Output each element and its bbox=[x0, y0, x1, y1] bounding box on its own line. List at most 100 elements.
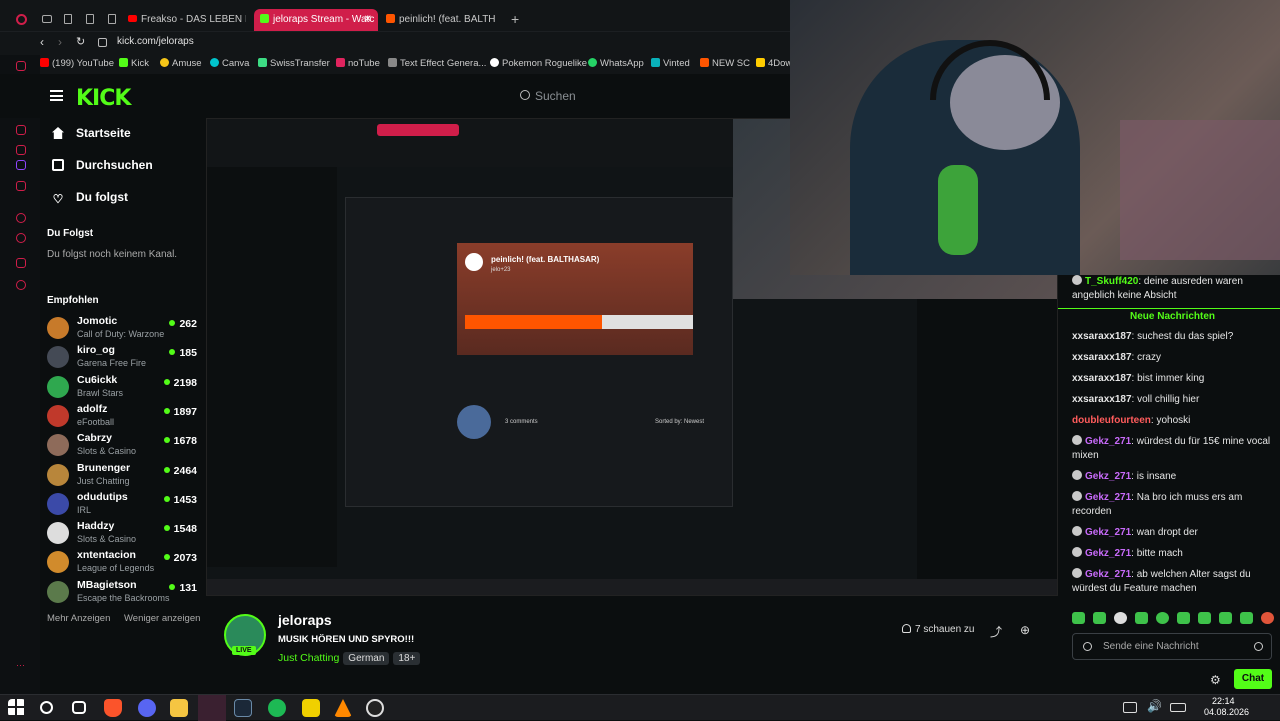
chat-username[interactable]: Gekz_271 bbox=[1085, 548, 1131, 559]
search-icon[interactable] bbox=[40, 701, 53, 714]
recommended-channel[interactable]: MBagietson Escape the Backrooms 131 bbox=[45, 578, 200, 608]
tag-18plus[interactable]: 18+ bbox=[393, 652, 421, 665]
page-icon[interactable] bbox=[108, 14, 116, 24]
category-link[interactable]: Just Chatting bbox=[278, 652, 339, 664]
recommended-channel[interactable]: kiro_og Garena Free Fire 185 bbox=[45, 343, 200, 373]
tab-actions-icon[interactable] bbox=[42, 15, 52, 23]
new-tab-icon[interactable]: + bbox=[511, 11, 519, 27]
bookmark-pokemon[interactable]: Pokemon Roguelike bbox=[490, 58, 587, 69]
volume-icon[interactable]: 🔊 bbox=[1147, 699, 1162, 713]
taskbar-date[interactable]: 04.08.2026 bbox=[1204, 707, 1249, 717]
steam-icon[interactable] bbox=[234, 699, 252, 717]
chat-send-button[interactable]: Chat bbox=[1234, 669, 1272, 689]
follow-user-icon[interactable]: ⊕ bbox=[1020, 623, 1030, 637]
bookmark-4dow[interactable]: 4Dow bbox=[756, 58, 792, 69]
folder-icon[interactable] bbox=[170, 699, 188, 717]
settings-icon[interactable] bbox=[16, 125, 26, 135]
chat-username[interactable]: Gekz_271 bbox=[1085, 471, 1131, 482]
nav-du-folgst[interactable]: ♡ Du folgst bbox=[52, 190, 128, 206]
bookmark-kick[interactable]: Kick bbox=[119, 58, 149, 69]
recommended-channel[interactable]: Haddzy Slots & Casino 1548 bbox=[45, 519, 200, 549]
recommended-channel[interactable]: Cu6ickk Brawl Stars 2198 bbox=[45, 373, 200, 403]
spotify-icon[interactable] bbox=[268, 699, 286, 717]
nav-startseite[interactable]: Startseite bbox=[52, 126, 131, 140]
chat-input[interactable]: Sende eine Nachricht bbox=[1072, 633, 1272, 660]
emote-icon[interactable] bbox=[1156, 612, 1169, 624]
emoji-icon[interactable] bbox=[1254, 642, 1263, 651]
page-icon[interactable] bbox=[64, 14, 72, 24]
opera-icon[interactable] bbox=[198, 695, 226, 721]
gear-icon[interactable] bbox=[16, 280, 26, 290]
recommended-channel[interactable]: Brunenger Just Chatting 2464 bbox=[45, 461, 200, 491]
emote-icon[interactable] bbox=[1219, 612, 1232, 624]
cube-icon[interactable] bbox=[16, 258, 26, 268]
emote-icon[interactable] bbox=[1261, 612, 1274, 624]
twitch-icon[interactable] bbox=[16, 160, 26, 170]
emote-icon[interactable] bbox=[1114, 612, 1127, 624]
recommended-channel[interactable]: adolfz eFootball 1897 bbox=[45, 402, 200, 432]
menu-icon[interactable] bbox=[50, 90, 63, 101]
bookmark-youtube[interactable]: (199) YouTube bbox=[40, 58, 114, 69]
task-view-icon[interactable] bbox=[72, 701, 86, 714]
app-icon[interactable] bbox=[302, 699, 320, 717]
bookmark-amuse[interactable]: Amuse bbox=[160, 58, 202, 69]
chat-username[interactable]: xxsaraxx187 bbox=[1072, 352, 1132, 363]
recommended-channel[interactable]: xntentacion League of Legends 2073 bbox=[45, 548, 200, 578]
tab-freakso[interactable]: Freakso - DAS LEBEN IST A bbox=[128, 9, 246, 31]
tab-peinlich[interactable]: peinlich! (feat. BALTH bbox=[386, 9, 504, 31]
bookmark-new-sc[interactable]: NEW SC bbox=[700, 58, 750, 69]
reload-icon[interactable]: ↻ bbox=[76, 35, 85, 48]
bookmark-text-effect[interactable]: Text Effect Genera... bbox=[388, 58, 486, 69]
discord-icon[interactable] bbox=[138, 699, 156, 717]
chat-username[interactable]: xxsaraxx187 bbox=[1072, 394, 1132, 405]
url-text[interactable]: kick.com/jeloraps bbox=[117, 36, 194, 47]
emote-icon[interactable] bbox=[1093, 612, 1106, 624]
kick-logo[interactable]: KICK bbox=[76, 86, 131, 111]
percent-icon[interactable] bbox=[16, 181, 26, 191]
plus-circle-icon[interactable] bbox=[16, 213, 26, 223]
bookmark-swisstransfer[interactable]: SwissTransfer bbox=[258, 58, 330, 69]
more-icon[interactable]: ⋯ bbox=[16, 660, 26, 670]
chat-username[interactable]: Gekz_271 bbox=[1085, 436, 1131, 447]
emote-icon[interactable] bbox=[1198, 612, 1211, 624]
windows-start-icon[interactable] bbox=[8, 699, 26, 717]
recommended-channel[interactable]: odudutips IRL 1453 bbox=[45, 490, 200, 520]
emote-icon[interactable] bbox=[1177, 612, 1190, 624]
recommended-channel[interactable]: Cabrzy Slots & Casino 1678 bbox=[45, 431, 200, 461]
taskbar-time[interactable]: 22:14 bbox=[1212, 696, 1235, 706]
bookmark-vinted[interactable]: Vinted bbox=[651, 58, 690, 69]
chat-username[interactable]: Gekz_271 bbox=[1085, 569, 1131, 580]
obs-icon[interactable] bbox=[366, 699, 384, 717]
chat-username[interactable]: Gekz_271 bbox=[1085, 527, 1131, 538]
apps-icon[interactable] bbox=[16, 145, 26, 155]
search-box[interactable]: Suchen bbox=[510, 86, 790, 108]
chat-username[interactable]: xxsaraxx187 bbox=[1072, 331, 1132, 342]
profile-icon[interactable] bbox=[16, 14, 27, 25]
show-more-button[interactable]: Mehr Anzeigen bbox=[47, 613, 110, 624]
brave-icon[interactable] bbox=[104, 699, 122, 717]
recommended-channel[interactable]: Jomotic Call of Duty: Warzone 262 bbox=[45, 314, 200, 344]
channel-name[interactable]: jeloraps bbox=[278, 612, 332, 628]
history-icon[interactable] bbox=[16, 61, 26, 71]
forward-icon[interactable]: › bbox=[58, 35, 62, 49]
clock-icon[interactable] bbox=[16, 233, 26, 243]
nav-durchsuchen[interactable]: Durchsuchen bbox=[52, 158, 153, 172]
show-less-button[interactable]: Weniger anzeigen bbox=[124, 613, 200, 624]
search-input[interactable]: Suchen bbox=[535, 89, 576, 103]
vlc-icon[interactable] bbox=[334, 699, 352, 717]
emote-icon[interactable] bbox=[1240, 612, 1253, 624]
back-icon[interactable]: ‹ bbox=[40, 35, 44, 49]
chat-username[interactable]: doubleufourteen bbox=[1072, 415, 1151, 426]
network-icon[interactable] bbox=[1123, 702, 1137, 713]
bookmark-notube[interactable]: noTube bbox=[336, 58, 380, 69]
tab-jeloraps[interactable]: jeloraps Stream - Watc ✕ bbox=[254, 9, 378, 31]
page-icon[interactable] bbox=[86, 14, 94, 24]
emote-icon[interactable] bbox=[1135, 612, 1148, 624]
emote-icon[interactable] bbox=[1072, 612, 1085, 624]
bookmark-canva[interactable]: Canva bbox=[210, 58, 249, 69]
share-icon[interactable]: ⤴ bbox=[990, 623, 1002, 640]
site-info-icon[interactable] bbox=[98, 38, 107, 47]
battery-icon[interactable] bbox=[1170, 703, 1186, 712]
bookmark-whatsapp[interactable]: WhatsApp bbox=[588, 58, 644, 69]
close-icon[interactable]: ✕ bbox=[364, 9, 372, 31]
